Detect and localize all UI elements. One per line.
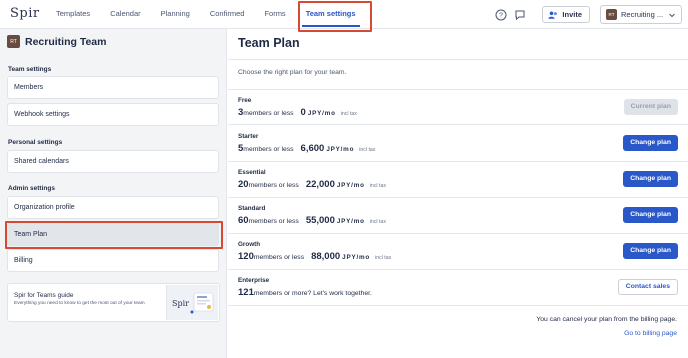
settings-sidebar: RT Recruiting Team Team settings Members…	[0, 29, 227, 358]
sidebar-item-webhook-settings[interactable]: Webhook settings	[7, 103, 219, 126]
add-user-icon	[548, 11, 558, 19]
plan-currency: JPY/mo	[307, 110, 336, 117]
plan-price: 6,600	[300, 143, 325, 154]
plan-details: 3 members or less 0 JPY/mo incl tax	[238, 107, 357, 118]
plan-name: Free	[238, 97, 252, 104]
invite-button[interactable]: Invite	[542, 6, 590, 23]
nav-forms[interactable]: Forms	[254, 0, 295, 29]
plan-members-text: members or less	[243, 146, 294, 153]
topbar-actions: ? Invite RT Recruiting ...	[494, 0, 682, 29]
change-plan-button-growth[interactable]: Change plan	[623, 243, 678, 259]
plan-tax: incl tax	[340, 111, 357, 117]
team-plan-page: Team Plan Choose the right plan for your…	[228, 29, 688, 358]
sidebar-item-shared-calendars[interactable]: Shared calendars	[7, 150, 219, 173]
plan-price: 0	[300, 107, 306, 118]
main-nav: Templates Calendar Planning Confirmed Fo…	[46, 0, 366, 29]
chevron-down-icon	[669, 13, 675, 17]
section-label-personal-settings: Personal settings	[8, 139, 63, 146]
plan-row-standard: Standard 60 members or less 55,000 JPY/m…	[228, 198, 688, 234]
go-to-billing-link[interactable]: Go to billing page	[624, 330, 677, 337]
plan-name: Growth	[238, 241, 261, 248]
team-title: Recruiting Team	[25, 35, 107, 48]
help-circle-icon[interactable]: ?	[494, 8, 508, 22]
plan-currency: JPY/mo	[326, 146, 355, 153]
change-plan-button-starter[interactable]: Change plan	[623, 135, 678, 151]
sidebar-item-organization-profile[interactable]: Organization profile	[7, 196, 219, 219]
plan-members: 20	[238, 179, 249, 190]
plan-tax: incl tax	[375, 255, 392, 261]
plan-row-essential: Essential 20 members or less 22,000 JPY/…	[228, 162, 688, 198]
invite-label: Invite	[562, 10, 582, 19]
top-navigation-bar: Spir Templates Calendar Planning Confirm…	[0, 0, 688, 29]
guide-thumb-logo: Spir	[172, 299, 189, 308]
plan-tax: incl tax	[369, 219, 386, 225]
plan-members-text: members or less	[243, 110, 294, 117]
plan-row-free: Free 3 members or less 0 JPY/mo incl tax…	[228, 89, 688, 125]
plan-members: 60	[238, 215, 249, 226]
nav-templates[interactable]: Templates	[46, 0, 100, 29]
nav-confirmed[interactable]: Confirmed	[200, 0, 255, 29]
plan-currency: JPY/mo	[336, 182, 365, 189]
plan-price: 55,000	[305, 215, 335, 226]
guide-title: Spir for Teams guide	[14, 292, 74, 299]
team-avatar: RT	[606, 9, 617, 20]
plan-price: 88,000	[311, 251, 341, 262]
team-avatar: RT	[7, 35, 20, 48]
team-selector-name: Recruiting ...	[621, 10, 664, 19]
plan-tax: incl tax	[369, 183, 386, 189]
change-plan-button-essential[interactable]: Change plan	[623, 171, 678, 187]
plan-row-starter: Starter 5 members or less 6,600 JPY/mo i…	[228, 126, 688, 162]
nav-calendar[interactable]: Calendar	[100, 0, 150, 29]
plan-row-growth: Growth 120 members or less 88,000 JPY/mo…	[228, 234, 688, 270]
plan-name: Enterprise	[238, 277, 270, 284]
plan-details: 60 members or less 55,000 JPY/mo incl ta…	[238, 215, 386, 226]
section-label-team-settings: Team settings	[8, 66, 52, 73]
plan-name: Starter	[238, 133, 259, 140]
svg-text:?: ?	[499, 12, 503, 19]
plan-currency: JPY/mo	[336, 218, 365, 225]
plan-members: 121	[238, 287, 254, 298]
plan-details: 120 members or less 88,000 JPY/mo incl t…	[238, 251, 391, 262]
plan-members-text: members or less	[248, 218, 299, 225]
plan-details: 121 members or more? Let's work together…	[238, 287, 372, 298]
plan-members-text: members or more? Let's work together.	[253, 290, 372, 297]
cancel-plan-note: You can cancel your plan from the billin…	[536, 316, 677, 323]
plan-tax: incl tax	[359, 147, 376, 153]
team-selector[interactable]: RT Recruiting ...	[600, 5, 682, 24]
page-subtitle: Choose the right plan for your team.	[238, 69, 347, 76]
divider	[228, 59, 688, 60]
plan-price: 22,000	[305, 179, 335, 190]
sidebar-team-header: RT Recruiting Team	[7, 35, 107, 48]
sidebar-item-billing[interactable]: Billing	[7, 249, 219, 272]
current-plan-button: Current plan	[623, 99, 678, 115]
plan-members: 120	[238, 251, 254, 262]
plan-name: Essential	[238, 169, 266, 176]
guide-description: Everything you need to know to get the m…	[14, 301, 145, 306]
chat-icon[interactable]	[513, 8, 527, 22]
plan-currency: JPY/mo	[342, 254, 371, 261]
contact-sales-button[interactable]: Contact sales	[617, 279, 678, 295]
plan-details: 20 members or less 22,000 JPY/mo incl ta…	[238, 179, 386, 190]
teams-guide-card[interactable]: Spir for Teams guide Everything you need…	[7, 283, 220, 322]
nav-planning[interactable]: Planning	[151, 0, 200, 29]
section-label-admin-settings: Admin settings	[8, 185, 55, 192]
change-plan-button-standard[interactable]: Change plan	[623, 207, 678, 223]
plan-name: Standard	[238, 205, 266, 212]
spir-logo[interactable]: Spir	[10, 6, 40, 21]
plan-row-enterprise: Enterprise 121 members or more? Let's wo…	[228, 270, 688, 306]
nav-team-settings[interactable]: Team settings	[296, 0, 366, 29]
sidebar-item-team-plan[interactable]: Team Plan	[7, 223, 219, 246]
page-title: Team Plan	[238, 36, 300, 50]
guide-thumbnail: Spir	[166, 285, 218, 320]
sidebar-item-members[interactable]: Members	[7, 76, 219, 99]
plan-members-text: members or less	[253, 254, 305, 261]
plan-members-text: members or less	[248, 182, 299, 189]
plan-details: 5 members or less 6,600 JPY/mo incl tax	[238, 143, 375, 154]
